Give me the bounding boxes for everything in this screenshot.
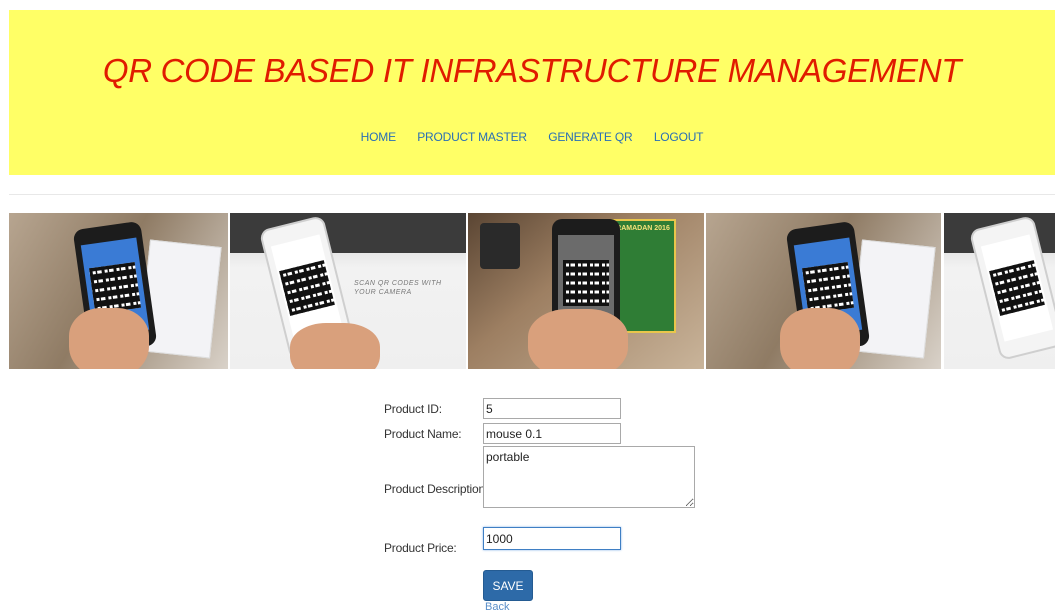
product-name-input[interactable]: [483, 423, 621, 444]
product-price-label: Product Price:: [384, 541, 457, 555]
product-name-label: Product Name:: [384, 427, 462, 441]
product-id-input[interactable]: [483, 398, 621, 419]
product-description-textarea[interactable]: portable: [483, 446, 695, 508]
product-form: Product ID: Product Name: Product Descri…: [0, 0, 1055, 613]
product-id-label: Product ID:: [384, 402, 442, 416]
product-description-label: Product Description:: [384, 482, 489, 496]
save-button[interactable]: SAVE: [483, 570, 533, 601]
product-price-input[interactable]: [483, 527, 621, 550]
back-link[interactable]: Back: [485, 601, 509, 613]
